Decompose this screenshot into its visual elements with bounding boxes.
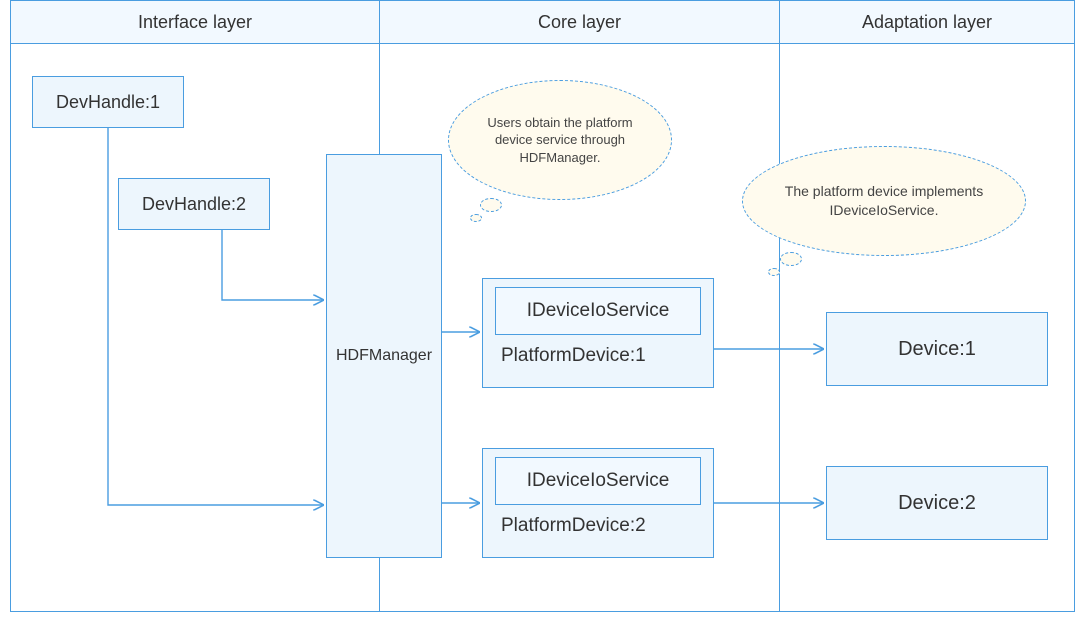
box-devhandle-2: DevHandle:2 [118, 178, 270, 230]
callout-tail-icon [470, 214, 482, 222]
architecture-diagram: Interface layer Core layer Adaptation la… [10, 0, 1075, 612]
box-devhandle-1: DevHandle:1 [32, 76, 184, 128]
column-interface-layer [10, 44, 380, 612]
label-platformdevice-1: PlatformDevice:1 [495, 345, 701, 367]
box-device-1: Device:1 [826, 312, 1048, 386]
callout-tail-icon [768, 268, 780, 276]
box-platformdevice-1: IDeviceIoService PlatformDevice:1 [482, 278, 714, 388]
label-platformdevice-2: PlatformDevice:2 [495, 515, 701, 537]
header-interface-layer: Interface layer [10, 0, 380, 44]
callout-ideviceioservice-note: The platform device implements IDeviceIo… [742, 146, 1026, 256]
callout-tail-icon [780, 252, 802, 266]
callout-tail-icon [480, 198, 502, 212]
header-adaptation-layer: Adaptation layer [780, 0, 1075, 44]
box-device-2: Device:2 [826, 466, 1048, 540]
callout-hdfmanager-note: Users obtain the platform device service… [448, 80, 672, 200]
box-ideviceioservice-1: IDeviceIoService [495, 287, 701, 335]
box-ideviceioservice-2: IDeviceIoService [495, 457, 701, 505]
box-hdfmanager: HDFManager [326, 154, 442, 558]
box-platformdevice-2: IDeviceIoService PlatformDevice:2 [482, 448, 714, 558]
header-core-layer: Core layer [380, 0, 780, 44]
